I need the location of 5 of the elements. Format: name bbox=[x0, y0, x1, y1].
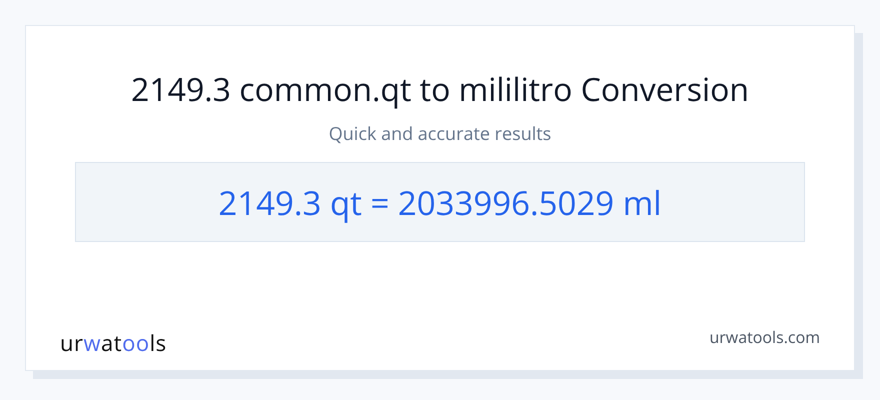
site-url: urwatools.com bbox=[709, 326, 820, 348]
subtitle: Quick and accurate results bbox=[328, 122, 552, 146]
page-title: 2149.3 common.qt to mililitro Conversion bbox=[131, 70, 749, 110]
conversion-result: 2149.3 qt = 2033996.5029 ml bbox=[218, 180, 662, 224]
logo: urwatools bbox=[60, 328, 167, 358]
